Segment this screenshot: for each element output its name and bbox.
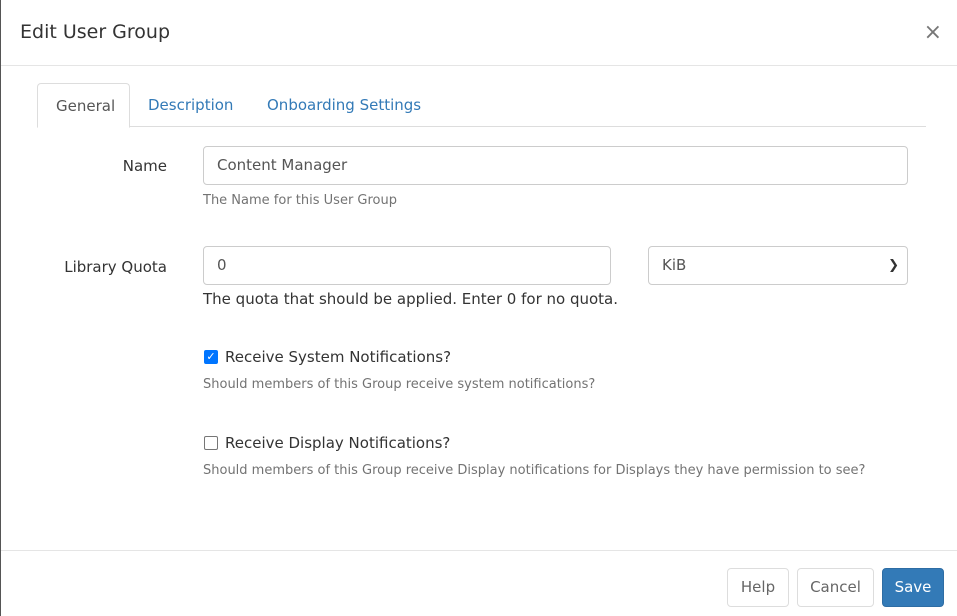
library-quota-label: Library Quota <box>64 258 167 276</box>
display-notifications-label[interactable]: Receive Display Notifications? <box>225 434 450 452</box>
help-button[interactable]: Help <box>727 568 789 607</box>
quota-unit-select[interactable]: KiB ❯ <box>648 246 908 285</box>
close-icon[interactable]: × <box>924 20 942 45</box>
save-button[interactable]: Save <box>882 568 944 607</box>
modal-title: Edit User Group <box>20 21 171 43</box>
quota-help: The quota that should be applied. Enter … <box>203 290 619 308</box>
library-quota-input[interactable]: 0 <box>203 246 611 285</box>
name-help: The Name for this User Group <box>203 193 397 208</box>
quota-unit-value: KiB <box>662 256 687 274</box>
modal-header: Edit User Group × <box>1 0 957 66</box>
tab-description[interactable]: Description <box>130 83 251 127</box>
tab-bar: General Description Onboarding Settings <box>37 83 926 128</box>
system-notifications-checkbox[interactable]: ✓ <box>204 350 218 364</box>
chevron-down-icon: ❯ <box>888 258 899 273</box>
cancel-button[interactable]: Cancel <box>797 568 874 607</box>
tab-general[interactable]: General <box>37 83 130 128</box>
display-notifications-help: Should members of this Group receive Dis… <box>203 463 866 478</box>
name-label: Name <box>122 157 167 175</box>
name-input[interactable]: Content Manager <box>203 146 908 185</box>
display-notifications-checkbox[interactable] <box>204 436 218 450</box>
system-notifications-help: Should members of this Group receive sys… <box>203 377 596 392</box>
system-notifications-label[interactable]: Receive System Notifications? <box>225 348 451 366</box>
tab-onboarding-settings[interactable]: Onboarding Settings <box>249 83 439 127</box>
